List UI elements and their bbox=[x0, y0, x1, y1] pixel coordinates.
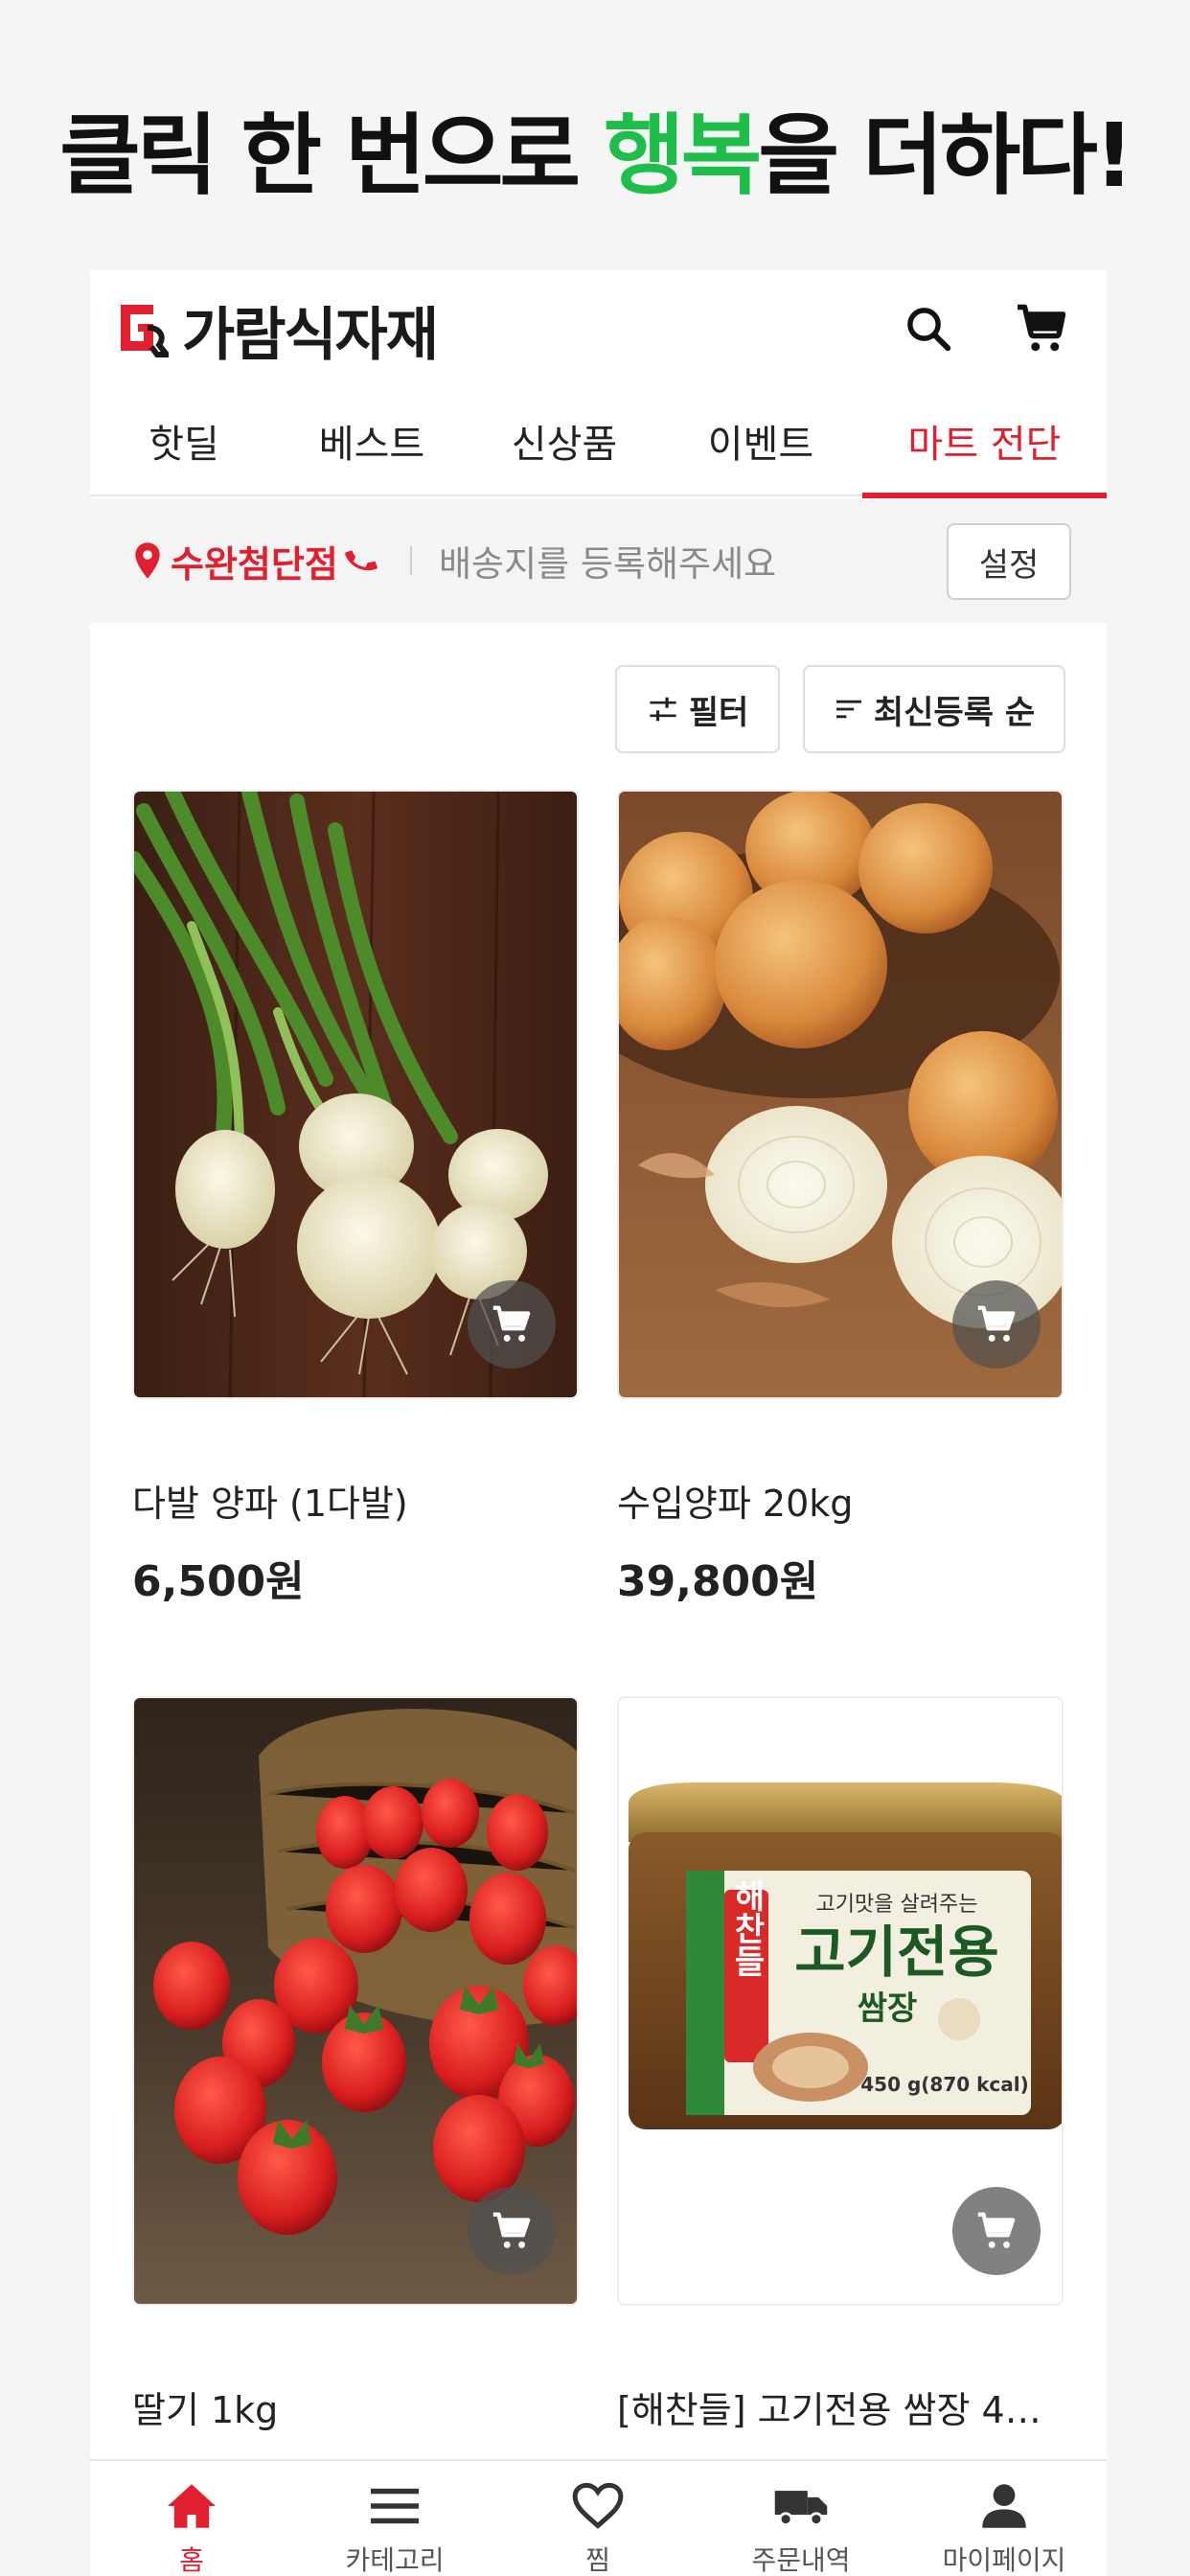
add-to-cart-button[interactable] bbox=[468, 1280, 556, 1368]
nav-wishlist[interactable]: 찜 bbox=[496, 2461, 699, 2576]
nav-label: 주문내역 bbox=[751, 2544, 851, 2576]
headline-highlight: 행복 bbox=[604, 104, 762, 207]
truck-icon bbox=[774, 2491, 828, 2526]
headline-text-1: 클릭 한 번으로 bbox=[59, 104, 605, 207]
settings-button[interactable]: 설정 bbox=[947, 523, 1071, 600]
store-bar: 수완첨단점 배송지를 등록해주세요 설정 bbox=[90, 498, 1107, 623]
tab-hotdeal[interactable]: 핫딜 bbox=[90, 385, 278, 496]
tab-mart-flyer[interactable]: 마트 전단 bbox=[862, 385, 1107, 498]
gr-logo-icon bbox=[115, 299, 173, 360]
phone-icon bbox=[344, 550, 378, 571]
sort-label: 최신등록 순 bbox=[873, 693, 1036, 732]
home-icon bbox=[168, 2484, 216, 2528]
location-pin-icon bbox=[135, 542, 160, 579]
headline-text-2: 을 더하다! bbox=[758, 104, 1134, 207]
nav-label: 찜 bbox=[585, 2544, 610, 2576]
nav-label: 홈 bbox=[179, 2544, 204, 2576]
cart-button[interactable] bbox=[1008, 295, 1075, 362]
cart-icon bbox=[492, 1305, 531, 1342]
tab-event[interactable]: 이벤트 bbox=[663, 385, 858, 496]
product-image-strawberries[interactable] bbox=[132, 1696, 579, 2306]
product-name[interactable]: [해찬들] 고기전용 쌈장 45… bbox=[617, 2380, 1064, 2433]
cart-icon bbox=[492, 2212, 531, 2248]
package-tagline: 고기맛을 살려주는 bbox=[816, 1893, 978, 1917]
user-icon bbox=[982, 2484, 1026, 2528]
package-weight: 450 g(870 kcal) bbox=[860, 2073, 1029, 2096]
app-screen: 가람식자재 핫딜 베스트 신상품 이벤트 마트 전단 수완첨단점 배송지를 등록… bbox=[90, 270, 1107, 2576]
nav-mypage[interactable]: 마이페이지 bbox=[903, 2461, 1106, 2576]
product-price: 39,800원 bbox=[617, 1557, 819, 1606]
promo-headline: 클릭 한 번으로 행복을 더하다! bbox=[0, 84, 1190, 212]
product-price: 6,500원 bbox=[132, 1557, 305, 1606]
add-to-cart-button[interactable] bbox=[952, 2187, 1041, 2275]
search-icon bbox=[907, 308, 951, 352]
search-button[interactable] bbox=[895, 295, 962, 362]
sort-icon bbox=[835, 700, 861, 719]
nav-label: 마이페이지 bbox=[942, 2544, 1066, 2576]
product-image-ssamjang[interactable]: 해찬들 고기맛을 살려주는 고기전용 쌈장 450 g(870 kcal) bbox=[617, 1696, 1064, 2306]
nav-orders[interactable]: 주문내역 bbox=[699, 2461, 903, 2576]
heart-icon bbox=[572, 2482, 624, 2529]
product-image-green-onion[interactable] bbox=[132, 790, 579, 1399]
add-to-cart-button[interactable] bbox=[952, 1280, 1041, 1368]
store-name: 수완첨단점 bbox=[171, 542, 338, 586]
brand-logo[interactable]: 가람식자재 bbox=[115, 299, 439, 369]
package-title: 고기전용 bbox=[794, 1920, 998, 1985]
product-name[interactable]: 수입양파 20kg bbox=[617, 1474, 1064, 1527]
category-tabs: 핫딜 베스트 신상품 이벤트 마트 전단 bbox=[90, 385, 1107, 498]
nav-category[interactable]: 카테고리 bbox=[293, 2461, 496, 2576]
cart-icon bbox=[977, 2212, 1016, 2248]
menu-icon bbox=[371, 2488, 419, 2524]
nav-home[interactable]: 홈 bbox=[90, 2461, 293, 2576]
divider bbox=[410, 546, 412, 575]
filter-sliders-icon bbox=[650, 697, 676, 722]
nav-label: 카테고리 bbox=[345, 2544, 445, 2576]
brand-name: 가람식자재 bbox=[182, 301, 439, 369]
cart-icon bbox=[1018, 304, 1066, 352]
product-name[interactable]: 다발 양파 (1다발) bbox=[132, 1474, 579, 1527]
package-brand: 해찬들 bbox=[727, 1879, 766, 1977]
cart-icon bbox=[977, 1305, 1016, 1342]
add-to-cart-button[interactable] bbox=[468, 2187, 556, 2275]
filter-label: 필터 bbox=[688, 693, 749, 732]
sort-button[interactable]: 최신등록 순 bbox=[803, 665, 1065, 753]
app-header: 가람식자재 bbox=[90, 270, 1107, 385]
product-image-onions[interactable] bbox=[617, 790, 1064, 1399]
filter-button[interactable]: 필터 bbox=[615, 665, 780, 753]
tab-best[interactable]: 베스트 bbox=[278, 385, 466, 496]
store-selector[interactable]: 수완첨단점 bbox=[132, 535, 378, 586]
package-subtitle: 쌈장 bbox=[858, 1990, 918, 2028]
delivery-address-prompt[interactable]: 배송지를 등록해주세요 bbox=[439, 535, 776, 586]
tab-new[interactable]: 신상품 bbox=[466, 385, 663, 496]
bottom-navigation: 홈 카테고리 찜 주문내역 마이페이지 bbox=[90, 2459, 1107, 2576]
product-name[interactable]: 딸기 1kg bbox=[132, 2380, 579, 2433]
